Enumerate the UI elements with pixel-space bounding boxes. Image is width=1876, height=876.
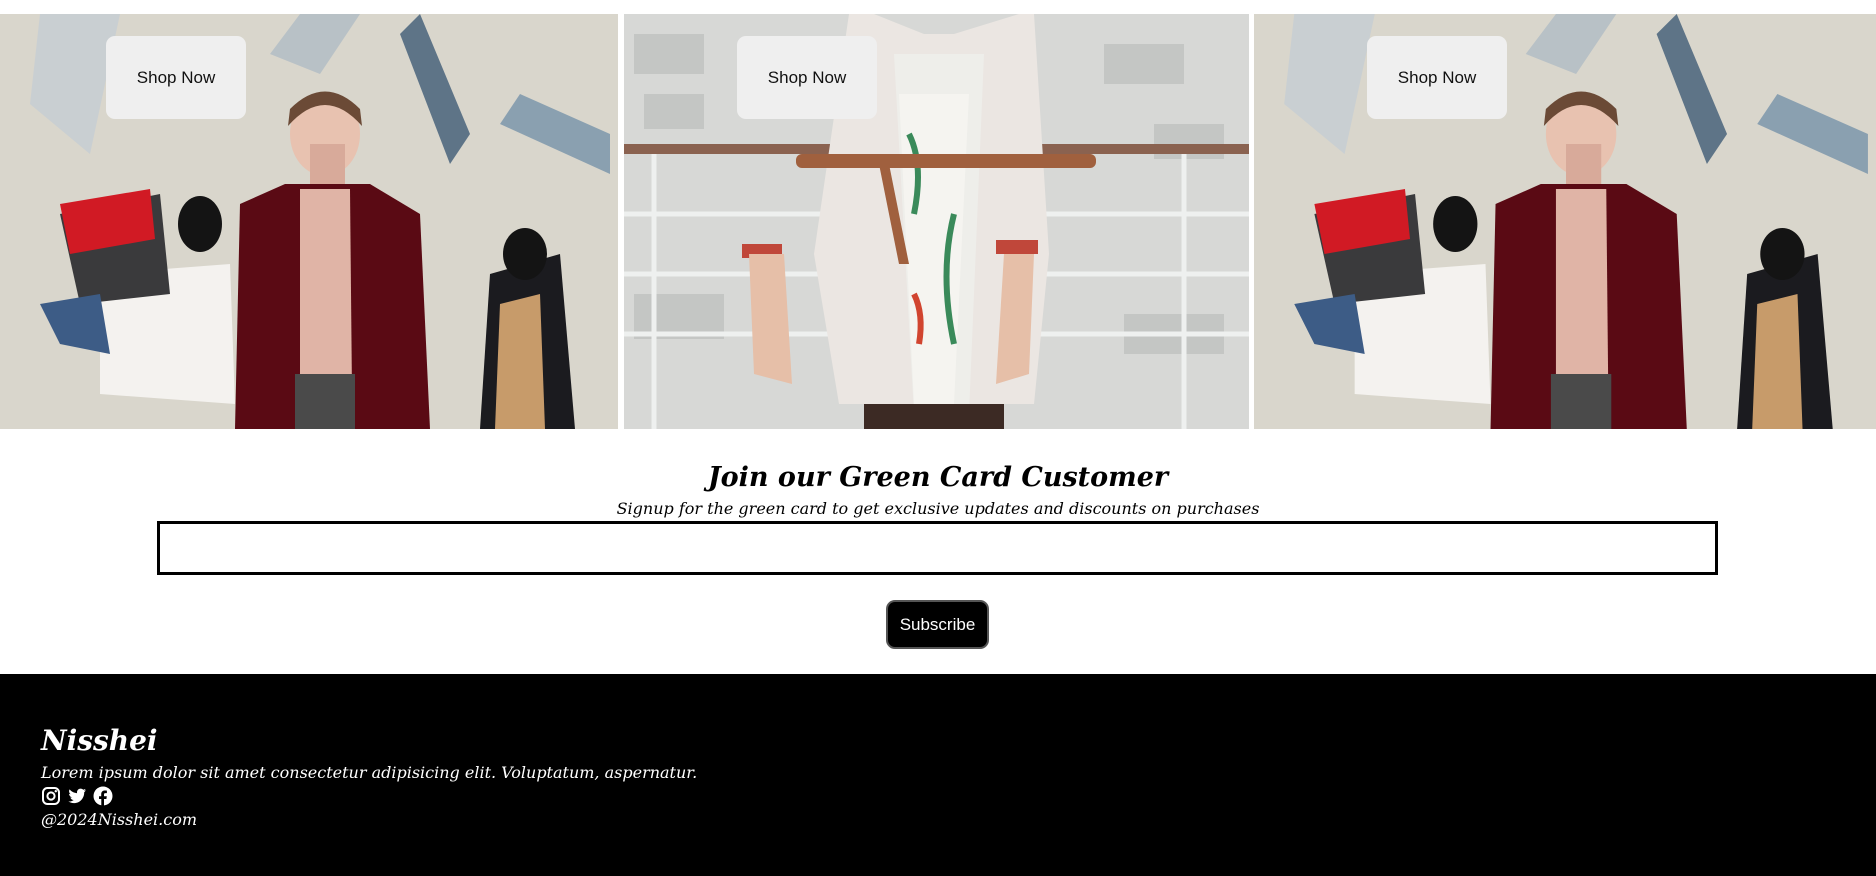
shop-now-button[interactable]: Shop Now bbox=[737, 36, 877, 119]
facebook-icon[interactable] bbox=[93, 786, 113, 806]
signup-title: Join our Green Card Customer bbox=[707, 462, 1169, 493]
hero-card-3: Shop Now bbox=[1254, 14, 1876, 429]
shop-now-button[interactable]: Shop Now bbox=[1367, 36, 1507, 119]
hero-gallery: Shop Now Shop Now Shop Now bbox=[0, 14, 1876, 429]
woman-shopping-bags-photo bbox=[0, 14, 618, 429]
green-card-signup: Join our Green Card Customer Signup for … bbox=[0, 429, 1876, 674]
copyright-text: @2024Nisshei.com bbox=[41, 810, 197, 829]
shop-now-button[interactable]: Shop Now bbox=[106, 36, 246, 119]
signup-subtitle: Signup for the green card to get exclusi… bbox=[616, 499, 1260, 518]
subscribe-button[interactable]: Subscribe bbox=[886, 600, 989, 649]
instagram-icon[interactable] bbox=[41, 786, 61, 806]
woman-shopping-bags-photo bbox=[1254, 14, 1876, 429]
email-field[interactable] bbox=[157, 521, 1718, 575]
social-links bbox=[41, 786, 113, 806]
site-footer: Nisshei Lorem ipsum dolor sit amet conse… bbox=[0, 674, 1876, 876]
hero-card-1: Shop Now bbox=[0, 14, 618, 429]
hero-card-2: Shop Now bbox=[624, 14, 1249, 429]
white-belted-coat-photo bbox=[624, 14, 1249, 429]
twitter-icon[interactable] bbox=[67, 786, 87, 806]
footer-brand: Nisshei bbox=[41, 724, 158, 757]
footer-description: Lorem ipsum dolor sit amet consectetur a… bbox=[41, 763, 698, 782]
